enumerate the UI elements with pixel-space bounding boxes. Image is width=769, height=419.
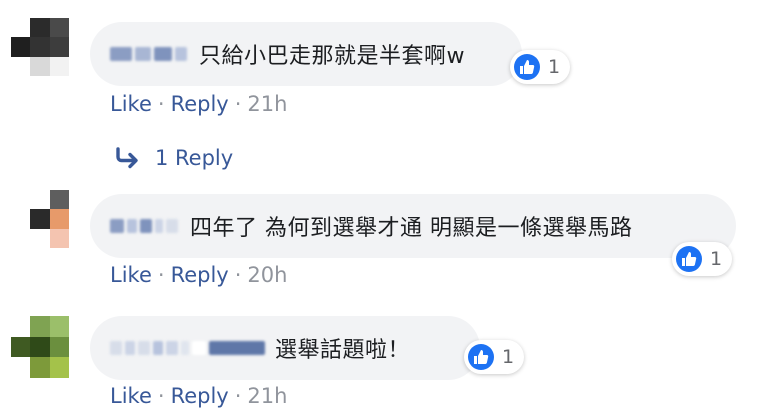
commenter-name-blurred[interactable] <box>110 216 178 236</box>
reply-link[interactable]: Reply <box>171 92 229 116</box>
commenter-name-blurred[interactable] <box>110 44 187 64</box>
comment-text: 選舉話題啦！ <box>275 338 411 363</box>
thumbs-up-icon <box>676 246 702 272</box>
thumbs-up-icon <box>468 344 494 370</box>
comment-text: 只給小巴走那就是半套啊w <box>199 44 465 69</box>
avatar[interactable] <box>11 18 69 76</box>
thumbs-up-icon <box>514 54 540 80</box>
timestamp[interactable]: 20h <box>247 263 287 287</box>
separator-dot: · <box>157 263 165 287</box>
separator-dot: · <box>234 384 242 408</box>
reaction-badge[interactable]: 1 <box>510 50 571 84</box>
like-link[interactable]: Like <box>110 384 152 408</box>
reply-link[interactable]: Reply <box>171 263 229 287</box>
reaction-count: 1 <box>548 56 561 78</box>
separator-dot: · <box>157 384 165 408</box>
reaction-badge[interactable]: 1 <box>464 340 525 374</box>
reaction-count: 1 <box>710 248 723 270</box>
separator-dot: · <box>234 92 242 116</box>
reaction-badge[interactable]: 1 <box>672 242 733 276</box>
view-replies-link[interactable]: 1 Reply <box>115 146 233 170</box>
comment-actions: Like · Reply · 21h <box>110 384 287 408</box>
timestamp[interactable]: 21h <box>247 92 287 116</box>
reply-arrow-icon <box>116 147 138 169</box>
like-link[interactable]: Like <box>110 92 152 116</box>
comment-text: 四年了 為何到選舉才通 明顯是一條選舉馬路 <box>190 216 633 241</box>
separator-dot: · <box>234 263 242 287</box>
comment-bubble: 選舉話題啦！ <box>90 316 480 380</box>
comment-actions: Like · Reply · 21h <box>110 92 287 116</box>
separator-dot: · <box>157 92 165 116</box>
comment-actions: Like · Reply · 20h <box>110 263 287 287</box>
comment-bubble: 只給小巴走那就是半套啊w <box>90 22 522 86</box>
avatar[interactable] <box>11 190 69 248</box>
like-link[interactable]: Like <box>110 263 152 287</box>
comment-bubble: 四年了 為何到選舉才通 明顯是一條選舉馬路 <box>90 194 736 258</box>
replies-count[interactable]: 1 Reply <box>155 146 233 170</box>
reaction-count: 1 <box>502 346 515 368</box>
timestamp[interactable]: 21h <box>247 384 287 408</box>
reply-link[interactable]: Reply <box>171 384 229 408</box>
commenter-name-blurred[interactable] <box>110 338 265 358</box>
avatar[interactable] <box>11 316 69 378</box>
